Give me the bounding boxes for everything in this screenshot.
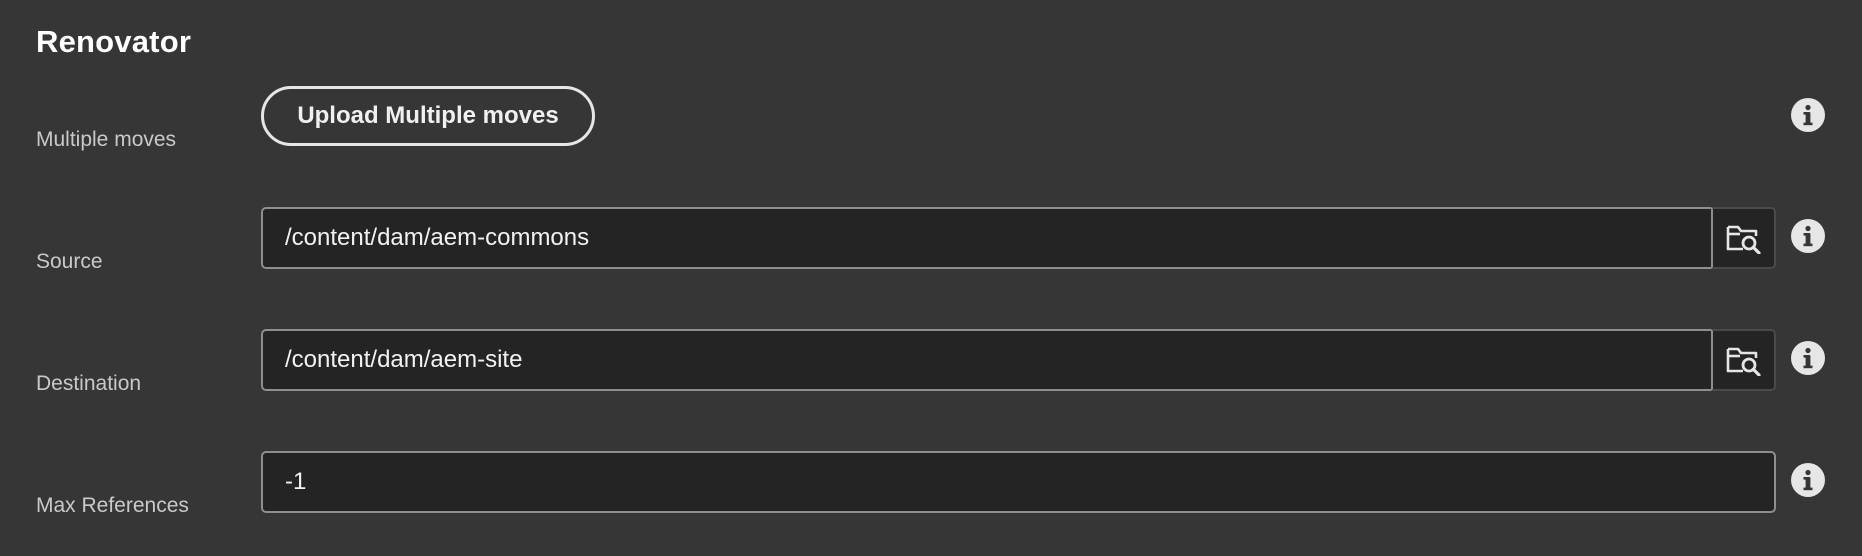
multiple-moves-info-icon[interactable] <box>1791 98 1825 132</box>
destination-info-icon[interactable] <box>1791 341 1825 375</box>
destination-browse-button[interactable] <box>1711 329 1776 391</box>
max-references-input[interactable] <box>261 451 1776 513</box>
max-references-info-icon[interactable] <box>1791 463 1825 497</box>
upload-multiple-moves-button[interactable]: Upload Multiple moves <box>261 86 595 146</box>
source-info-icon[interactable] <box>1791 219 1825 253</box>
folder-search-icon <box>1726 225 1761 254</box>
max-references-label: Max References <box>36 494 189 517</box>
source-browse-button[interactable] <box>1711 207 1776 269</box>
section-title: Renovator <box>36 24 192 59</box>
destination-label: Destination <box>36 372 142 395</box>
folder-search-icon <box>1726 347 1761 376</box>
source-input[interactable] <box>261 207 1712 269</box>
destination-input[interactable] <box>261 329 1712 391</box>
multiple-moves-label: Multiple moves <box>36 128 177 151</box>
source-label: Source <box>36 250 103 273</box>
